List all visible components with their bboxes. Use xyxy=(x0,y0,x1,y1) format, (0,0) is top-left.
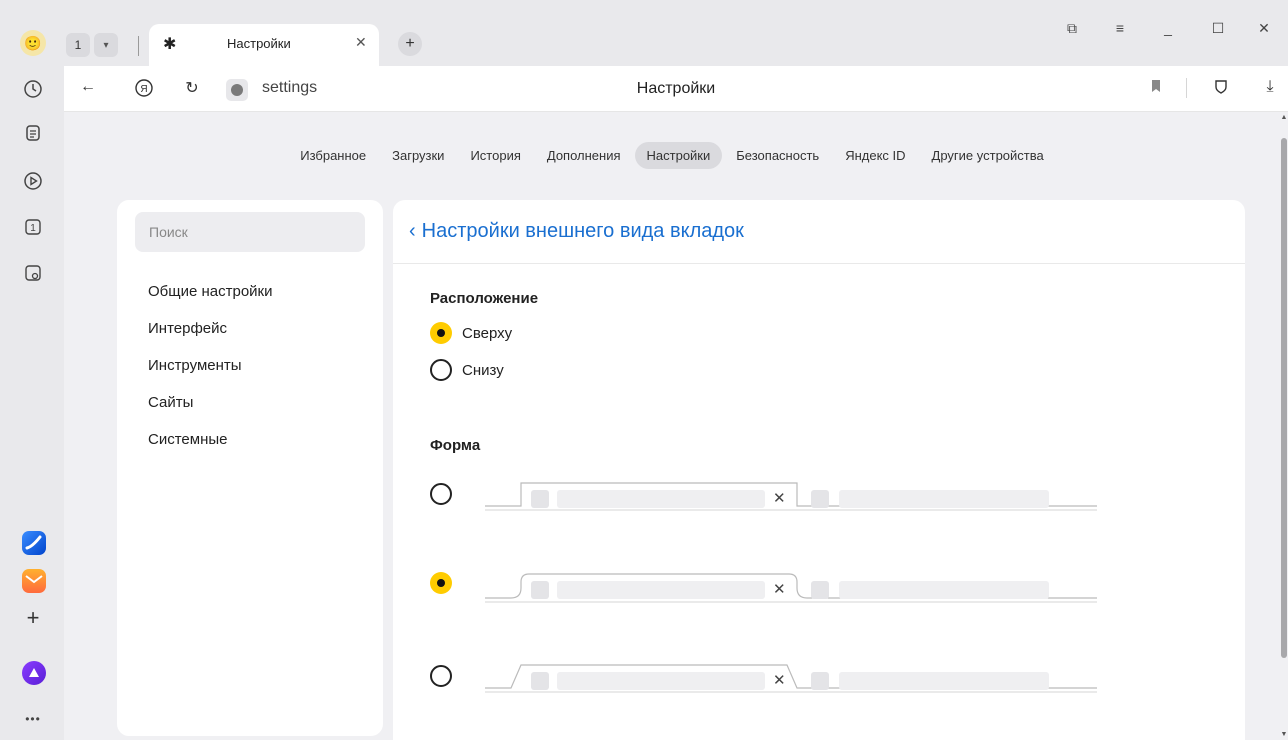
settings-main-panel: ‹ Настройки внешнего вида вкладок Располо… xyxy=(393,200,1245,740)
top-nav-item[interactable]: Дополнения xyxy=(535,142,633,169)
divider xyxy=(1186,78,1187,98)
shape-option-rounded[interactable] xyxy=(430,572,462,594)
search-input[interactable] xyxy=(135,212,365,252)
page-scrollbar[interactable]: ▲ ▼ xyxy=(1280,112,1288,740)
top-nav-item[interactable]: История xyxy=(458,142,532,169)
title-bar: 1 ▾ ✱ Настройки ✕ + ⧉ ≡ _ ☐ ✕ xyxy=(64,0,1288,68)
panel-title: Настройки внешнего вида вкладок xyxy=(421,220,744,242)
close-tab-icon[interactable]: ✕ xyxy=(355,34,367,51)
preview-title-bar xyxy=(839,490,1049,508)
tab-shape-preview-rectangular[interactable]: ✕ xyxy=(481,470,1101,520)
new-tab-button[interactable]: + xyxy=(398,32,422,56)
settings-page: Избранное Загрузки История Дополнения Настро… xyxy=(64,112,1280,740)
divider xyxy=(138,36,139,56)
sidebar-item-tools[interactable]: Инструменты xyxy=(148,356,273,393)
scrollbar-thumb[interactable] xyxy=(1281,138,1287,658)
preview-favicon xyxy=(531,490,549,508)
sidebar-item-system[interactable]: Системные xyxy=(148,430,273,467)
tab-shape-preview-rounded[interactable]: ✕ xyxy=(481,561,1101,611)
play-icon[interactable] xyxy=(22,170,44,192)
minimize-icon[interactable]: _ xyxy=(1158,20,1178,36)
alice-assistant-icon[interactable] xyxy=(22,661,46,685)
sidebar-item-general[interactable]: Общие настройки xyxy=(148,282,273,319)
maximize-icon[interactable]: ☐ xyxy=(1208,20,1228,37)
tab-count-badge[interactable]: 1 xyxy=(66,33,90,57)
svg-text:1: 1 xyxy=(30,223,36,234)
shape-option-trapezoid[interactable] xyxy=(430,665,462,687)
preview-favicon xyxy=(811,672,829,690)
notes-icon[interactable] xyxy=(22,122,44,144)
tab-settings[interactable]: ✱ Настройки ✕ xyxy=(149,24,379,68)
zen-app-icon[interactable] xyxy=(22,531,46,555)
reload-icon[interactable]: ↻ xyxy=(180,78,204,98)
site-info-icon[interactable] xyxy=(226,79,248,101)
scroll-down-icon[interactable]: ▼ xyxy=(1280,731,1288,738)
protect-icon[interactable] xyxy=(1210,78,1234,101)
yandex-home-icon[interactable]: Я xyxy=(132,78,156,103)
top-nav-item[interactable]: Загрузки xyxy=(380,142,456,169)
position-option-bottom[interactable]: Снизу xyxy=(430,358,504,382)
tab-counter[interactable]: 1 ▾ xyxy=(64,33,130,59)
radio-bottom[interactable] xyxy=(430,359,452,381)
back-icon[interactable]: ← xyxy=(76,78,100,96)
add-app-icon[interactable]: + xyxy=(22,605,44,630)
profile-avatar[interactable]: 🙂 xyxy=(20,30,46,56)
preview-title-bar xyxy=(839,581,1049,599)
settings-sidebar: Общие настройки Интерфейс Инструменты Са… xyxy=(117,200,383,736)
top-nav-item[interactable]: Другие устройства xyxy=(920,142,1056,169)
close-icon: ✕ xyxy=(773,490,786,507)
close-icon: ✕ xyxy=(773,581,786,598)
radio-label: Снизу xyxy=(462,361,504,379)
browser-sidebar: 🙂 1 + ••• xyxy=(0,0,64,740)
sidebar-item-interface[interactable]: Интерфейс xyxy=(148,319,273,356)
tab-groups-icon[interactable]: ⧉ xyxy=(1062,20,1082,37)
settings-menu: Общие настройки Интерфейс Инструменты Са… xyxy=(148,282,273,467)
download-icon[interactable]: ⤓ xyxy=(1258,78,1282,96)
preview-favicon xyxy=(531,581,549,599)
shape-option-rectangular[interactable] xyxy=(430,483,462,505)
top-nav-item[interactable]: Настройки xyxy=(634,142,723,169)
radio-shape-rounded[interactable] xyxy=(430,572,452,594)
position-section-title: Расположение xyxy=(430,290,539,307)
address-toolbar: ← Я ↻ settings Настройки ⤓ xyxy=(64,66,1288,112)
shape-section-title: Форма xyxy=(430,437,481,454)
gear-icon: ✱ xyxy=(163,36,177,53)
panel-header: ‹ Настройки внешнего вида вкладок xyxy=(393,200,1245,264)
history-icon[interactable] xyxy=(22,78,44,100)
radio-shape-rectangular[interactable] xyxy=(430,483,452,505)
preview-title-bar xyxy=(839,672,1049,690)
tab-title: Настройки xyxy=(227,36,291,51)
chevron-down-icon[interactable]: ▾ xyxy=(94,33,118,57)
sidebar-item-sites[interactable]: Сайты xyxy=(148,393,273,430)
menu-icon[interactable]: ≡ xyxy=(1110,20,1130,36)
mail-app-icon[interactable] xyxy=(22,569,46,593)
radio-top[interactable] xyxy=(430,322,452,344)
back-to-settings-link[interactable]: ‹ Настройки внешнего вида вкладок xyxy=(409,220,744,243)
preview-title-bar xyxy=(557,490,765,508)
preview-favicon xyxy=(531,672,549,690)
position-option-top[interactable]: Сверху xyxy=(430,321,512,345)
bookmark-icon[interactable] xyxy=(1144,78,1168,99)
address-bar[interactable]: settings xyxy=(262,79,317,97)
tab-counter-icon[interactable]: 1 xyxy=(22,216,44,238)
more-icon[interactable]: ••• xyxy=(22,708,44,730)
scroll-up-icon[interactable]: ▲ xyxy=(1280,114,1288,121)
svg-text:Я: Я xyxy=(140,84,147,95)
radio-shape-trapezoid[interactable] xyxy=(430,665,452,687)
radio-label: Сверху xyxy=(462,324,513,342)
top-nav-item[interactable]: Избранное xyxy=(288,142,378,169)
settings-top-nav: Избранное Загрузки История Дополнения Настро… xyxy=(64,142,1280,169)
preview-favicon xyxy=(811,581,829,599)
preview-title-bar xyxy=(557,581,765,599)
tab-shape-preview-trapezoid[interactable]: ✕ xyxy=(481,652,1101,702)
close-icon: ✕ xyxy=(773,672,786,689)
top-nav-item[interactable]: Яндекс ID xyxy=(833,142,917,169)
top-nav-item[interactable]: Безопасность xyxy=(724,142,831,169)
preview-title-bar xyxy=(557,672,765,690)
screenshot-icon[interactable] xyxy=(22,262,44,284)
preview-favicon xyxy=(811,490,829,508)
close-window-icon[interactable]: ✕ xyxy=(1254,20,1274,37)
chevron-left-icon: ‹ xyxy=(409,220,416,242)
